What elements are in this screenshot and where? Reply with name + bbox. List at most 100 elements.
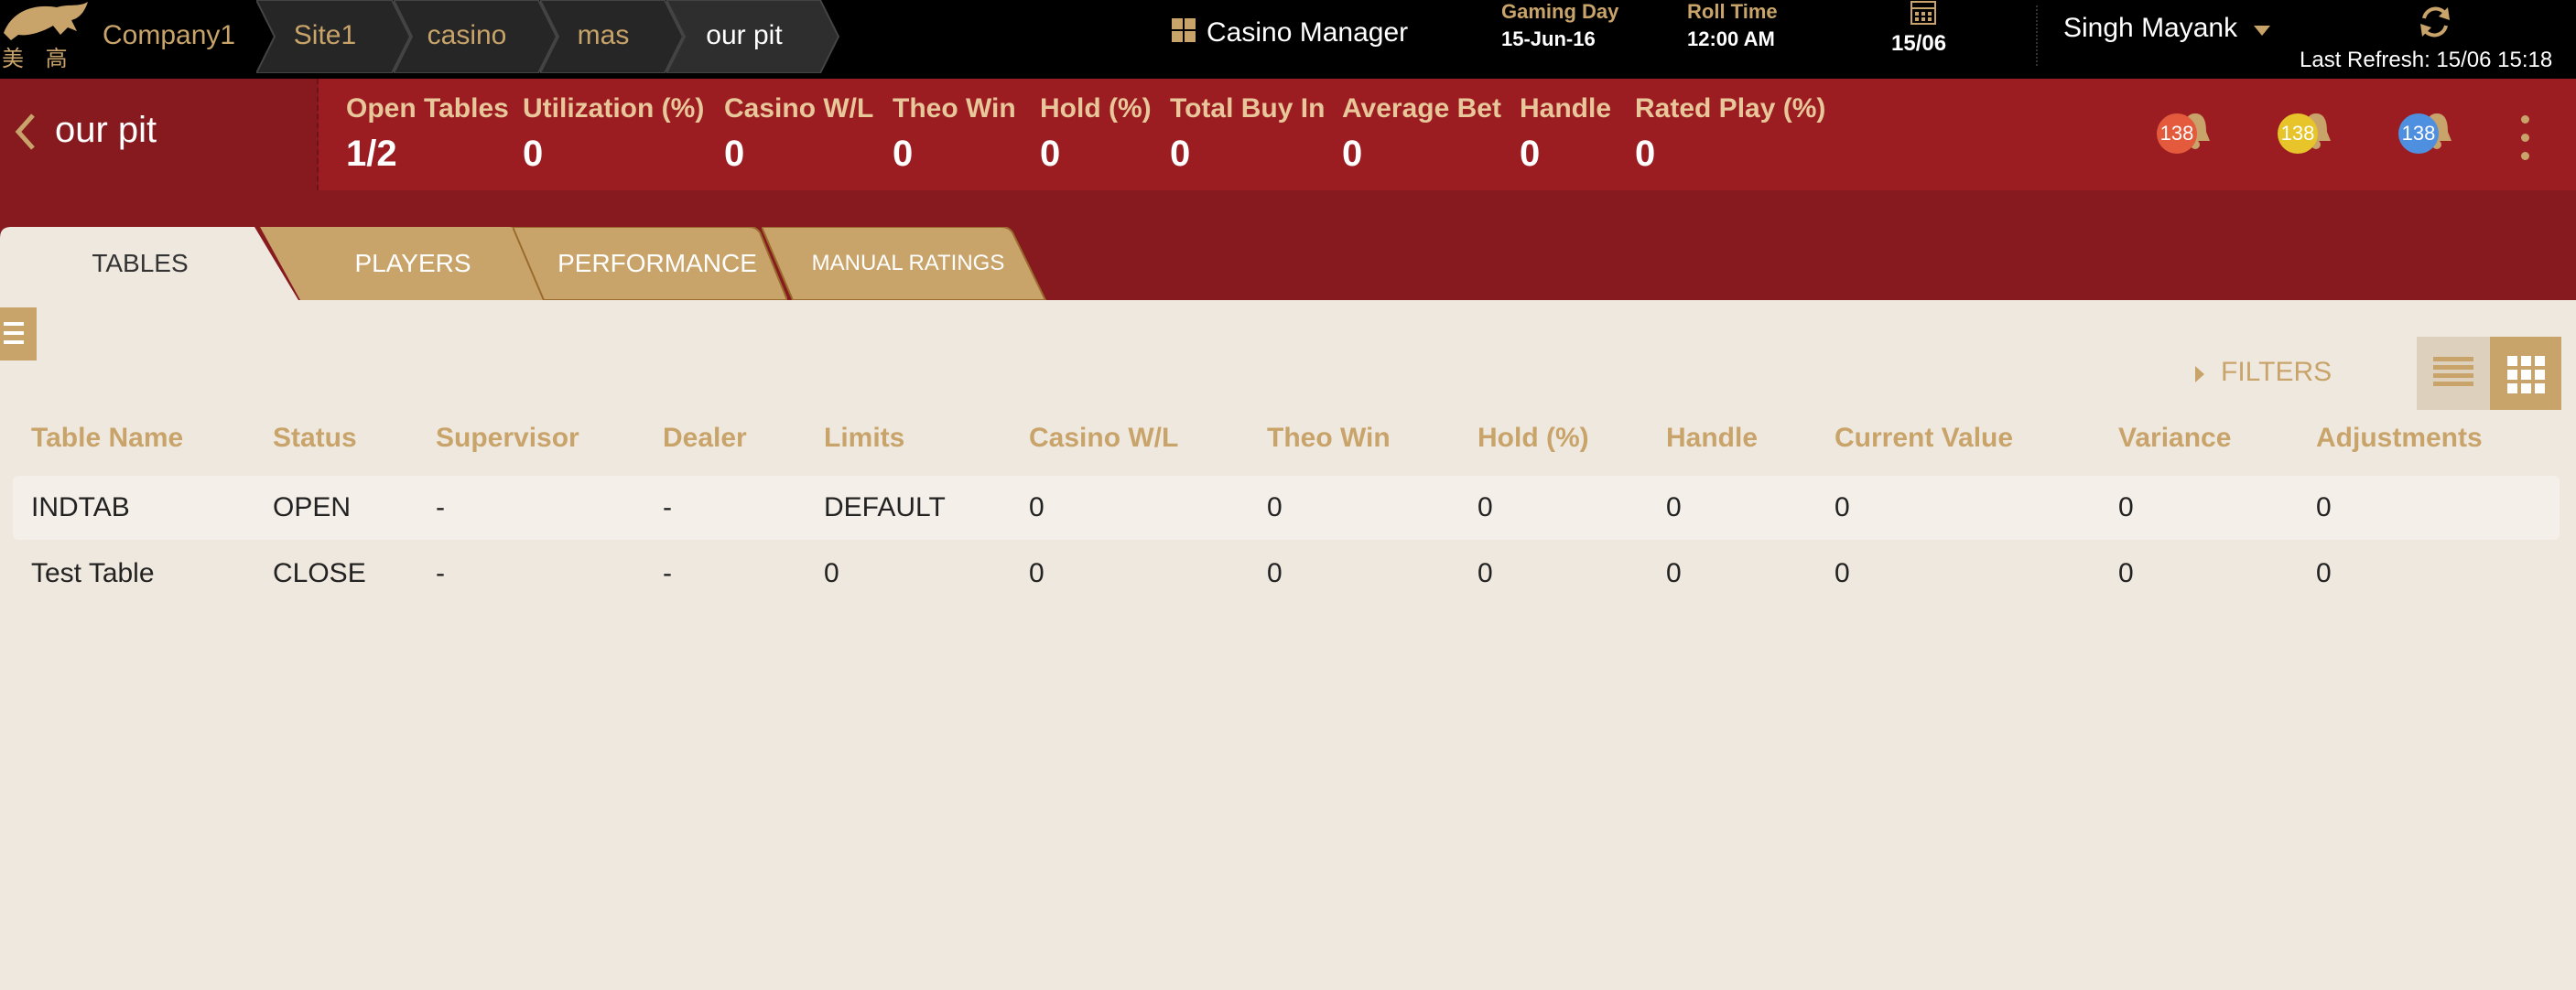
more-options-icon[interactable]	[2519, 115, 2530, 161]
cell-current-value: 0	[1835, 492, 1850, 522]
gaming-day-label: Gaming Day	[1501, 0, 1619, 23]
column-header-current-value[interactable]: Current Value	[1835, 423, 2013, 454]
cell-status: CLOSE	[273, 558, 366, 588]
table-row[interactable]: INDTAB OPEN - - DEFAULT 0 0 0 0 0 0 0	[13, 476, 2560, 540]
cell-theo-win: 0	[1267, 492, 1283, 522]
cell-hold: 0	[1477, 558, 1493, 588]
header-divider	[2036, 5, 2038, 66]
cell-variance: 0	[2118, 558, 2134, 588]
column-header-supervisor[interactable]: Supervisor	[436, 423, 579, 454]
cell-status: OPEN	[273, 492, 352, 522]
alert-count-badge: 138	[2398, 113, 2439, 154]
cell-dealer: -	[663, 492, 672, 522]
lion-logo-icon	[4, 2, 88, 40]
breadcrumb-item-our-pit[interactable]: our pit	[666, 0, 840, 73]
alert-bell-blue[interactable]: 138	[2398, 110, 2472, 156]
cell-casino-wl: 0	[1029, 492, 1044, 522]
cell-limits: 0	[824, 558, 839, 588]
breadcrumb-item-site1[interactable]: Site1	[256, 0, 412, 73]
cell-variance: 0	[2118, 492, 2134, 522]
cell-casino-wl: 0	[1029, 558, 1044, 588]
company-logo: 美 高 梅	[0, 0, 95, 103]
column-header-status[interactable]: Status	[273, 423, 357, 454]
cell-adjustments: 0	[2316, 558, 2332, 588]
cell-supervisor: -	[436, 492, 445, 522]
caret-right-icon[interactable]	[2195, 366, 2204, 382]
tab-manual-ratings[interactable]: MANUAL RATINGS	[762, 227, 1047, 300]
column-header-adjustments[interactable]: Adjustments	[2316, 423, 2483, 454]
stat-hold-value: 0	[1040, 134, 1061, 174]
last-refresh-text: Last Refresh: 15/06 15:18	[2300, 48, 2553, 72]
column-header-theo-win[interactable]: Theo Win	[1267, 423, 1391, 454]
column-header-casino-wl[interactable]: Casino W/L	[1029, 423, 1178, 454]
sidebar-toggle-menu-icon[interactable]	[0, 307, 37, 360]
stat-handle-value: 0	[1520, 134, 1541, 174]
tab-tables[interactable]: TABLES	[0, 227, 302, 300]
cell-handle: 0	[1666, 558, 1682, 588]
table-row[interactable]: Test Table CLOSE - - 0 0 0 0 0 0 0 0	[13, 542, 2560, 606]
breadcrumb-item-casino[interactable]: casino	[394, 0, 558, 73]
stat-casino-wl-value: 0	[724, 134, 745, 174]
user-name[interactable]: Singh Mayank	[2063, 13, 2237, 44]
calendar-date[interactable]: 15/06	[1891, 31, 1946, 57]
stat-utilization-value: 0	[523, 134, 544, 174]
stat-rated-play-label: Rated Play (%)	[1635, 93, 1826, 124]
gaming-day-value: 15-Jun-16	[1501, 27, 1596, 50]
alert-count-badge: 138	[2157, 113, 2197, 154]
list-icon	[2433, 357, 2473, 386]
stat-casino-wl-label: Casino W/L	[724, 93, 874, 124]
roll-time-label: Roll Time	[1687, 0, 1778, 23]
alert-bell-yellow[interactable]: 138	[2278, 110, 2351, 156]
stat-average-bet-label: Average Bet	[1342, 93, 1501, 124]
stat-theo-win-value: 0	[893, 134, 914, 174]
cell-limits: DEFAULT	[824, 492, 946, 522]
pit-summary-bar: our pit Open Tables 1/2 Utilization (%) …	[0, 79, 2576, 190]
chevron-down-icon[interactable]	[2254, 26, 2270, 36]
stat-open-tables-label: Open Tables	[346, 93, 509, 124]
calendar-icon[interactable]	[1910, 0, 1937, 26]
cell-theo-win: 0	[1267, 558, 1283, 588]
refresh-icon[interactable]	[2415, 2, 2455, 42]
breadcrumb-item-company1[interactable]: Company1	[92, 0, 256, 73]
cell-table-name[interactable]: INDTAB	[31, 492, 130, 523]
pit-header: our pit	[0, 79, 319, 190]
cell-table-name[interactable]: Test Table	[31, 558, 155, 589]
stat-handle-label: Handle	[1520, 93, 1612, 124]
column-header-hold[interactable]: Hold (%)	[1477, 423, 1589, 454]
tab-performance[interactable]: PERFORMANCE	[513, 227, 787, 300]
grid-view-button[interactable]	[2490, 337, 2561, 410]
column-header-handle[interactable]: Handle	[1666, 423, 1758, 454]
cell-hold: 0	[1477, 492, 1493, 522]
top-bar: 美 高 梅 Company1 Site1 casino mas	[0, 0, 2576, 103]
cell-current-value: 0	[1835, 558, 1850, 588]
tab-players[interactable]: PLAYERS	[260, 227, 555, 300]
cell-handle: 0	[1666, 492, 1682, 522]
back-chevron-icon[interactable]	[15, 112, 37, 152]
pit-title: our pit	[55, 110, 157, 150]
filters-button[interactable]: FILTERS	[2221, 357, 2332, 388]
view-toggle	[2417, 337, 2561, 410]
stat-total-buy-in-value: 0	[1170, 134, 1191, 174]
cell-adjustments: 0	[2316, 492, 2332, 522]
app-title[interactable]: Casino Manager	[1207, 13, 1408, 53]
alert-bell-red[interactable]: 138	[2157, 110, 2230, 156]
column-header-dealer[interactable]: Dealer	[663, 423, 747, 454]
stat-rated-play-value: 0	[1635, 134, 1656, 174]
stat-average-bet-value: 0	[1342, 134, 1363, 174]
alert-count-badge: 138	[2278, 113, 2318, 154]
stat-utilization-label: Utilization (%)	[523, 93, 705, 124]
stat-theo-win-label: Theo Win	[893, 93, 1016, 124]
stat-hold-label: Hold (%)	[1040, 93, 1152, 124]
column-header-variance[interactable]: Variance	[2118, 423, 2231, 454]
cell-dealer: -	[663, 558, 672, 588]
stat-open-tables-value: 1/2	[346, 134, 397, 174]
stat-total-buy-in-label: Total Buy In	[1170, 93, 1326, 124]
roll-time-value: 12:00 AM	[1687, 27, 1775, 50]
table-header: Table Name Status Supervisor Dealer Limi…	[0, 423, 2576, 463]
dashboard-grid-icon[interactable]	[1172, 18, 1197, 44]
breadcrumb-item-mas[interactable]: mas	[540, 0, 685, 73]
list-view-button[interactable]	[2417, 337, 2490, 410]
grid-icon	[2507, 356, 2545, 393]
column-header-limits[interactable]: Limits	[824, 423, 904, 454]
column-header-table-name[interactable]: Table Name	[31, 423, 183, 454]
